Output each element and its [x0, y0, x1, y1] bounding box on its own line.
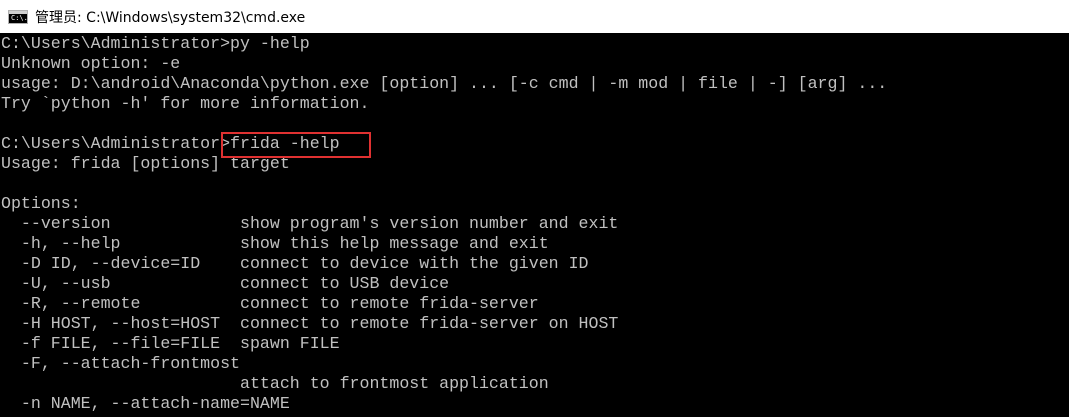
title-bar[interactable]: C:\. 管理员: C:\Windows\system32\cmd.exe — [0, 0, 1069, 33]
console-line: -n NAME, --attach-name=NAME — [1, 394, 290, 413]
console-line: -h, --help show this help message and ex… — [1, 234, 549, 253]
console-line: -F, --attach-frontmost — [1, 354, 240, 373]
console-line: -D ID, --device=ID connect to device wit… — [1, 254, 589, 273]
console-line: -R, --remote connect to remote frida-ser… — [1, 294, 539, 313]
console-line: -U, --usb connect to USB device — [1, 274, 450, 293]
console-line: --version show program's version number … — [1, 214, 619, 233]
console-line: -f FILE, --file=FILE spawn FILE — [1, 334, 340, 353]
cmd-icon: C:\. — [8, 9, 28, 24]
console-line: usage: D:\android\Anaconda\python.exe [o… — [1, 74, 888, 93]
console-line: Usage: frida [options] target — [1, 154, 290, 173]
console-output[interactable]: C:\Users\Administrator>py -help Unknown … — [0, 34, 1069, 417]
console-line: C:\Users\Administrator>frida -help — [1, 134, 340, 153]
console-line: Try `python -h' for more information. — [1, 94, 370, 113]
console-line: C:\Users\Administrator>py -help — [1, 34, 310, 53]
console-line: attach to frontmost application — [1, 374, 549, 393]
console-line: Unknown option: -e — [1, 54, 181, 73]
cmd-icon-glyph: C:\. — [11, 13, 28, 22]
console-line: -H HOST, --host=HOST connect to remote f… — [1, 314, 619, 333]
cmd-window: C:\. 管理员: C:\Windows\system32\cmd.exe C:… — [0, 0, 1069, 417]
window-title: 管理员: C:\Windows\system32\cmd.exe — [35, 9, 306, 26]
console-line: Options: — [1, 194, 81, 213]
